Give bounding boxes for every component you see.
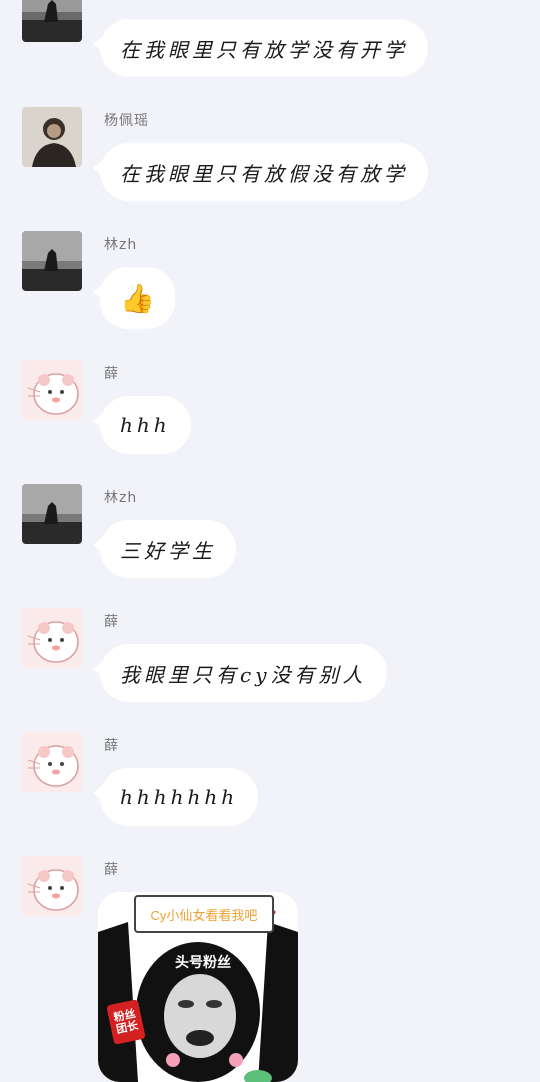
message-bubble[interactable]: 三好学生 — [93, 520, 236, 578]
avatar[interactable] — [22, 360, 82, 420]
avatar[interactable] — [22, 732, 82, 792]
dark-silhouette-avatar-icon — [22, 231, 82, 291]
avatar[interactable] — [22, 0, 82, 42]
avatar[interactable] — [22, 856, 82, 916]
sender-name: 薛 — [104, 614, 119, 630]
avatar[interactable] — [22, 231, 82, 291]
message-bubble[interactable]: hhhhhhh — [92, 768, 259, 826]
sender-name: 林zh — [104, 490, 138, 506]
sticker-caption: 头号粉丝 — [175, 954, 231, 970]
hamster-avatar-icon — [22, 856, 82, 916]
hamster-avatar-icon — [22, 360, 82, 420]
sender-name: 薛 — [104, 366, 119, 382]
sender-name: 薛 — [104, 862, 119, 878]
message-bubble[interactable]: hhh — [93, 396, 191, 454]
avatar[interactable] — [22, 608, 82, 668]
portrait-avatar-icon — [22, 107, 82, 167]
sender-name: 杨佩瑶 — [104, 113, 149, 129]
message-bubble[interactable]: 我眼里只有cy没有别人 — [93, 644, 387, 702]
message-bubble[interactable]: 在我眼里只有放假没有放学 — [93, 143, 428, 201]
dark-silhouette-avatar-icon — [22, 484, 82, 544]
dark-silhouette-avatar-icon — [22, 0, 82, 42]
hamster-avatar-icon — [22, 732, 82, 792]
hamster-avatar-icon — [22, 608, 82, 668]
avatar[interactable] — [22, 484, 82, 544]
sender-name: 林zh — [104, 237, 138, 253]
avatar[interactable] — [22, 107, 82, 167]
chat-screen: { "messages": [ {"sender": "", "avatar":… — [0, 0, 540, 1082]
sticker-banner: Cy小仙女看看我吧 — [134, 895, 274, 933]
sender-name: 薛 — [104, 738, 119, 754]
message-bubble[interactable]: 在我眼里只有放学没有开学 — [93, 19, 428, 77]
message-bubble[interactable]: 👍 — [93, 267, 175, 329]
sticker-message[interactable]: Cy小仙女看看我吧 头号粉丝 粉丝团长 — [98, 892, 298, 1082]
